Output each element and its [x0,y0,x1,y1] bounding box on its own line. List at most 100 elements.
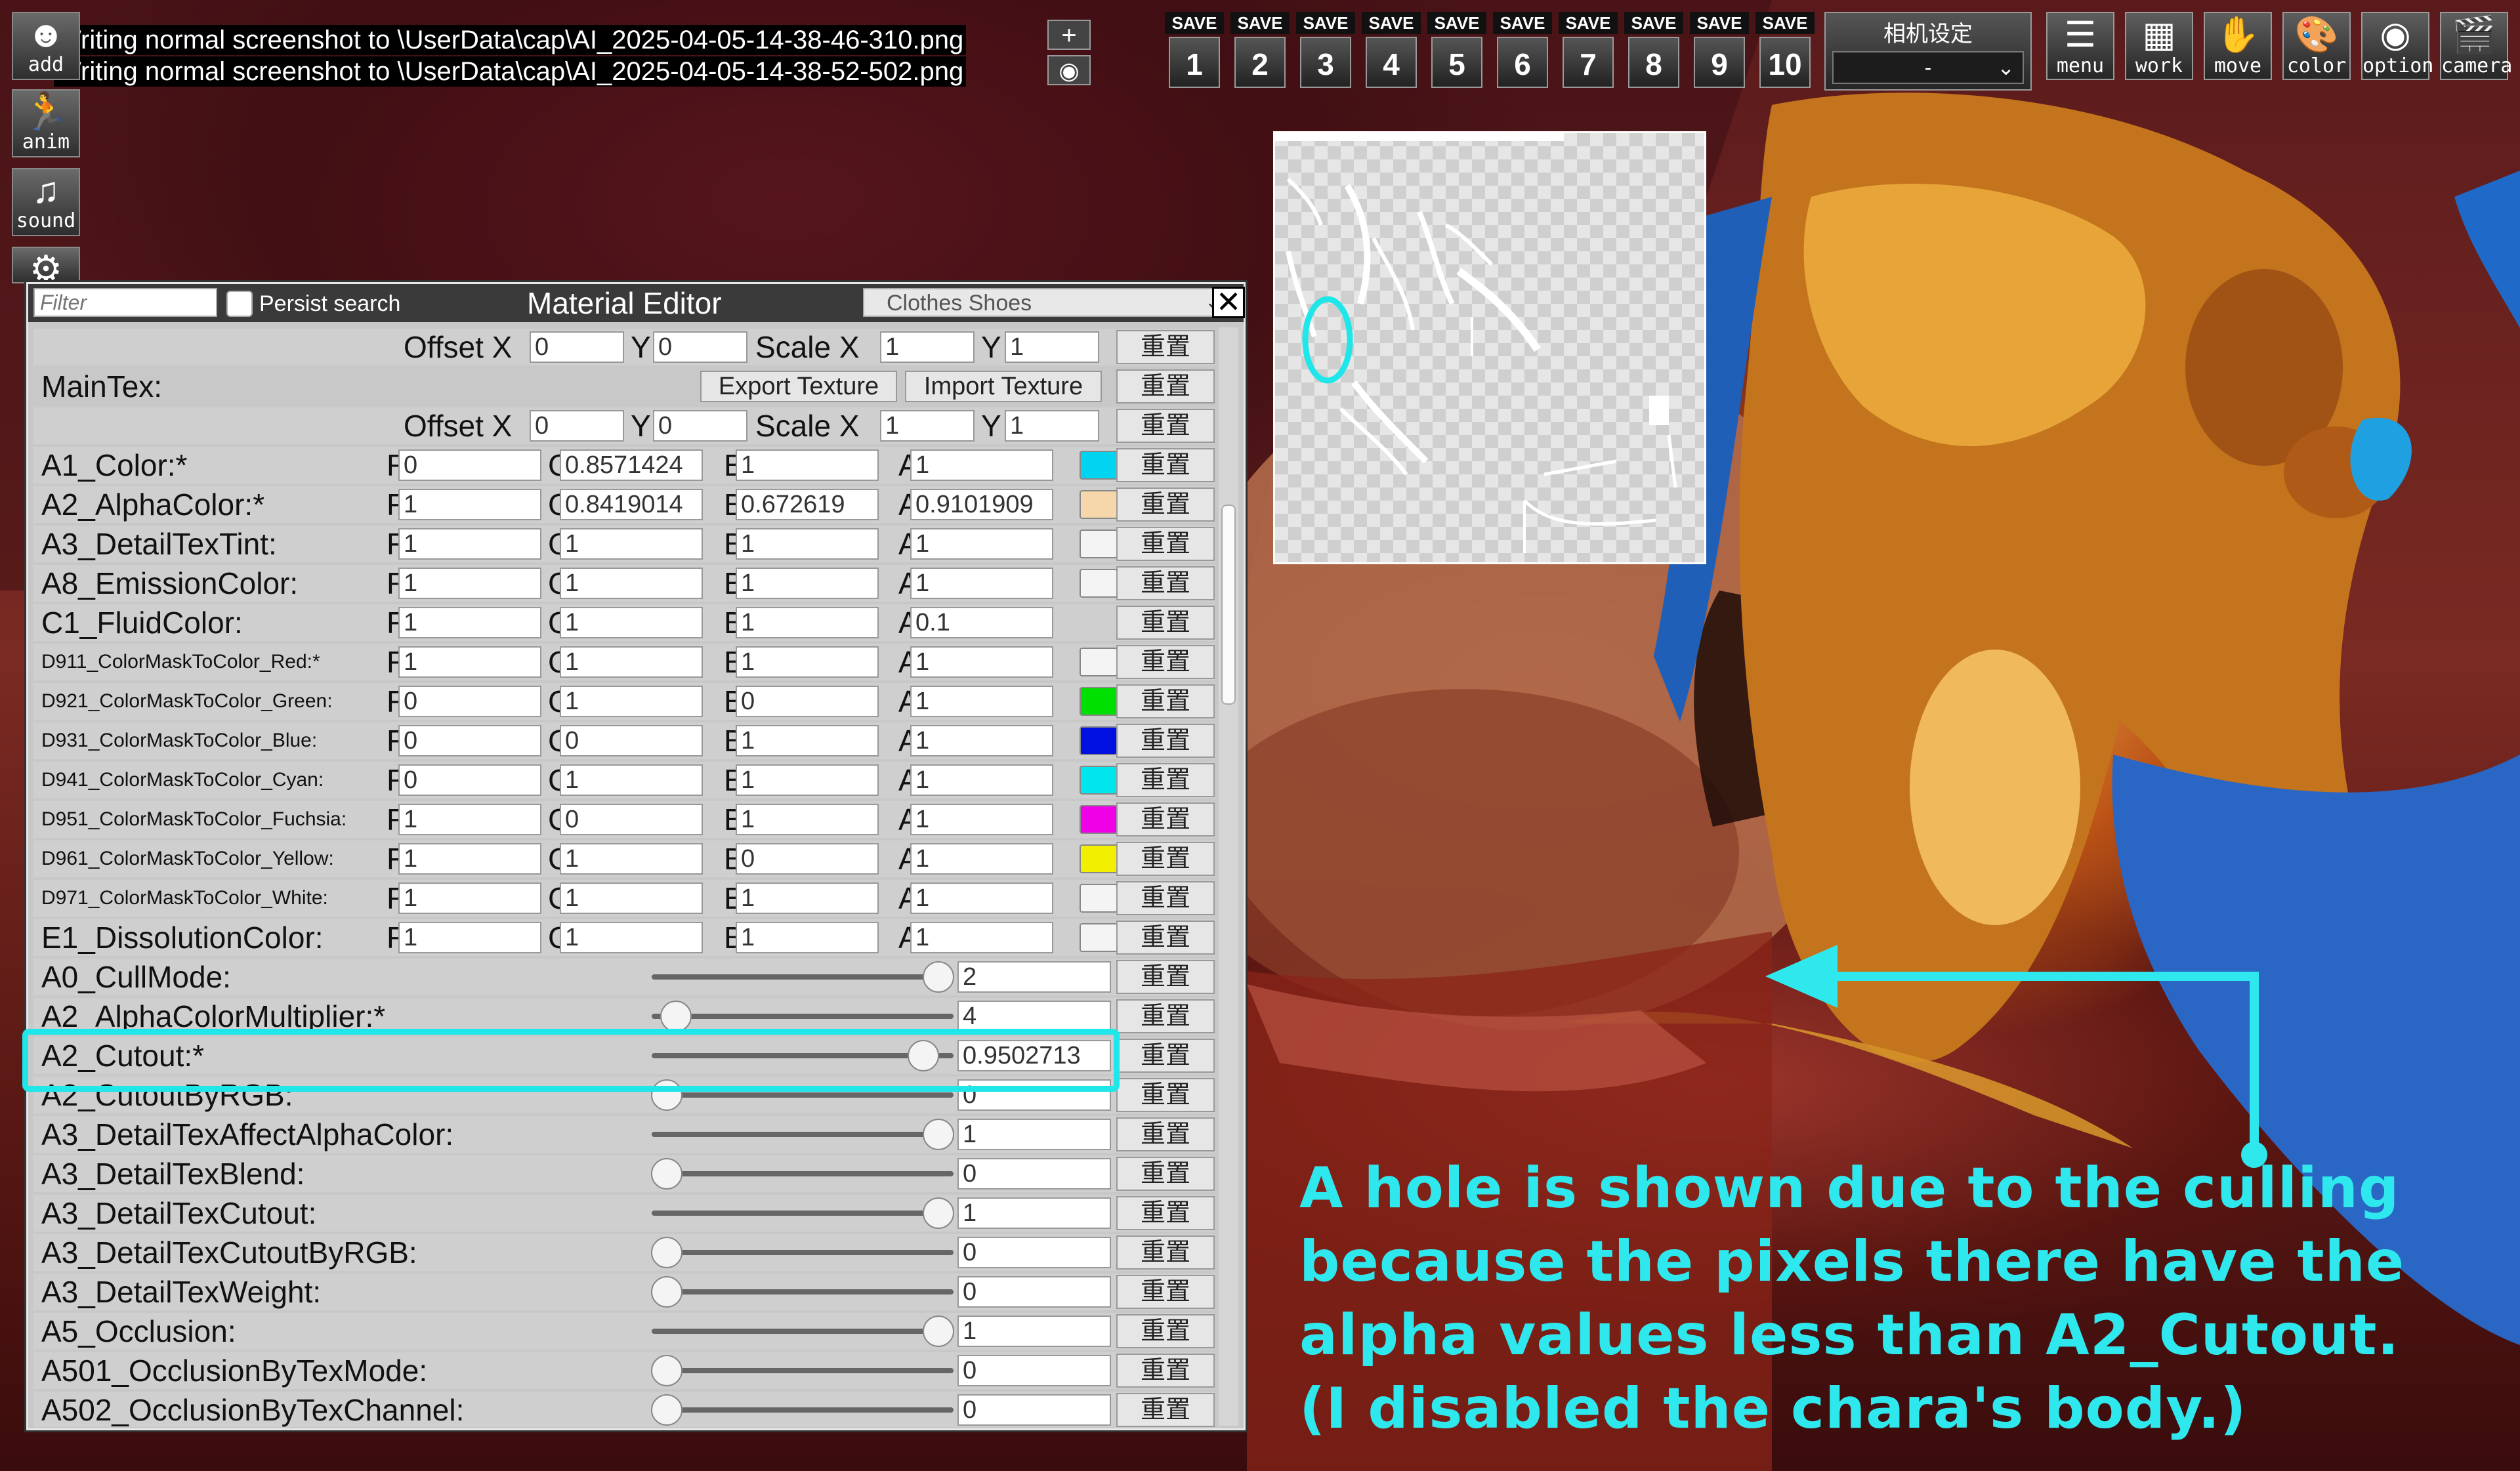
camera-button[interactable]: 🎬 camera [2440,12,2512,80]
color-swatch[interactable] [1080,726,1118,755]
alpha-channel-field[interactable]: 1 [910,449,1053,481]
alpha-channel-field[interactable]: 1 [910,922,1053,953]
blue-channel-field[interactable]: 1 [736,528,879,560]
slider-knob[interactable] [651,1237,682,1268]
reset-button[interactable]: 重置 [1116,1157,1215,1191]
offset-x-field[interactable]: 0 [530,331,624,363]
reset-button[interactable]: 重置 [1116,527,1215,561]
reset-button[interactable]: 重置 [1116,1235,1215,1270]
alpha-channel-field[interactable]: 1 [910,646,1053,678]
slider-knob[interactable] [651,1355,682,1386]
reset-button[interactable]: 重置 [1116,802,1215,837]
alpha-channel-field[interactable]: 1 [910,568,1053,599]
property-value-field[interactable]: 1 [957,1197,1111,1229]
property-slider[interactable] [652,1119,954,1150]
scrollbar-thumb[interactable] [1221,505,1236,705]
reset-button[interactable]: 重置 [1116,1314,1215,1348]
save-slot-button[interactable]: 6 [1497,37,1548,88]
reset-button[interactable]: 重置 [1116,1393,1215,1427]
save-slot-button[interactable]: 8 [1628,37,1679,88]
anim-button[interactable]: 🏃 anim [12,89,80,157]
blue-channel-field[interactable]: 0.672619 [736,489,879,520]
scale-x-field[interactable]: 1 [880,331,975,363]
save-slot-button[interactable]: 4 [1366,37,1417,88]
reset-button[interactable]: 重置 [1116,487,1215,522]
save-slot-button[interactable]: 9 [1694,37,1745,88]
alpha-channel-field[interactable]: 1 [910,528,1053,560]
color-swatch[interactable] [1080,569,1118,598]
red-channel-field[interactable]: 1 [398,568,541,599]
work-button[interactable]: ▦ work [2125,12,2193,80]
reset-button[interactable]: 重置 [1116,1275,1215,1309]
reset-button[interactable]: 重置 [1116,842,1215,876]
red-channel-field[interactable]: 1 [398,843,541,875]
green-channel-field[interactable]: 1 [560,686,703,717]
slider-knob[interactable] [651,1158,682,1190]
color-swatch[interactable] [1080,766,1118,795]
red-channel-field[interactable]: 0 [398,686,541,717]
scrollbar[interactable] [1219,327,1238,1426]
reset-button[interactable]: 重置 [1116,1354,1215,1388]
reset-button[interactable]: 重置 [1116,606,1215,640]
slider-knob[interactable] [923,1316,954,1347]
blue-channel-field[interactable]: 1 [736,725,879,756]
green-channel-field[interactable]: 1 [560,843,703,875]
reset-button[interactable]: 重置 [1116,566,1215,600]
reset-button[interactable]: 重置 [1116,684,1215,718]
alpha-channel-field[interactable]: 1 [910,843,1053,875]
sound-button[interactable]: ♫ sound [12,168,80,236]
visibility-toggle[interactable]: ◉ [1047,55,1091,85]
property-slider[interactable] [651,1158,954,1190]
color-swatch[interactable] [1080,923,1118,952]
offset-x-field[interactable]: 0 [530,410,624,442]
green-channel-field[interactable]: 1 [560,882,703,914]
red-channel-field[interactable]: 1 [398,607,541,638]
blue-channel-field[interactable]: 0 [736,843,879,875]
system-button[interactable]: ⚙ [12,247,80,283]
slider-knob[interactable] [923,1119,954,1150]
offset-y-field[interactable]: 0 [653,331,747,363]
property-slider[interactable] [652,1316,954,1347]
color-swatch[interactable] [1080,844,1118,873]
alpha-channel-field[interactable]: 1 [910,725,1053,756]
reset-button[interactable]: 重置 [1116,448,1215,482]
blue-channel-field[interactable]: 1 [736,922,879,953]
color-swatch[interactable] [1080,451,1118,480]
move-button[interactable]: ✋ move [2204,12,2272,80]
color-swatch[interactable] [1080,884,1118,913]
property-value-field[interactable]: 0 [957,1276,1111,1308]
reset-button[interactable]: 重置 [1116,1039,1215,1073]
option-button[interactable]: ◉ option [2361,12,2433,80]
red-channel-field[interactable]: 1 [398,804,541,835]
slider-knob[interactable] [923,1197,954,1229]
reset-button[interactable]: 重置 [1116,409,1215,443]
reset-button[interactable]: 重置 [1116,881,1215,915]
red-channel-field[interactable]: 1 [398,646,541,678]
persist-search-checkbox[interactable] [226,291,253,317]
property-slider[interactable] [651,1394,954,1426]
green-channel-field[interactable]: 0.8419014 [560,489,703,520]
property-value-field[interactable]: 0 [957,1355,1111,1386]
close-button[interactable]: ✕ [1212,287,1245,318]
color-button[interactable]: 🎨 color [2282,12,2351,80]
green-channel-field[interactable]: 1 [560,607,703,638]
property-value-field[interactable]: 0 [957,1158,1111,1190]
color-swatch[interactable] [1080,687,1118,716]
property-slider[interactable] [652,1001,954,1032]
property-value-field[interactable]: 2 [957,961,1111,993]
reset-button[interactable]: 重置 [1116,1117,1215,1151]
save-slot-button[interactable]: 3 [1300,37,1351,88]
alpha-channel-field[interactable]: 0.9101909 [910,489,1053,520]
reset-button[interactable]: 重置 [1116,724,1215,758]
material-select[interactable]: Clothes Shoes ⌄ [863,288,1232,317]
slider-knob[interactable] [651,1276,682,1308]
add-button[interactable]: ☻ add [12,12,80,80]
blue-channel-field[interactable]: 1 [736,646,879,678]
red-channel-field[interactable]: 1 [398,922,541,953]
property-value-field[interactable]: 1 [957,1316,1111,1347]
color-swatch[interactable] [1080,805,1118,834]
red-channel-field[interactable]: 0 [398,764,541,796]
property-slider[interactable] [652,961,954,993]
property-slider[interactable] [651,1355,954,1386]
reset-button[interactable]: 重置 [1116,645,1215,679]
